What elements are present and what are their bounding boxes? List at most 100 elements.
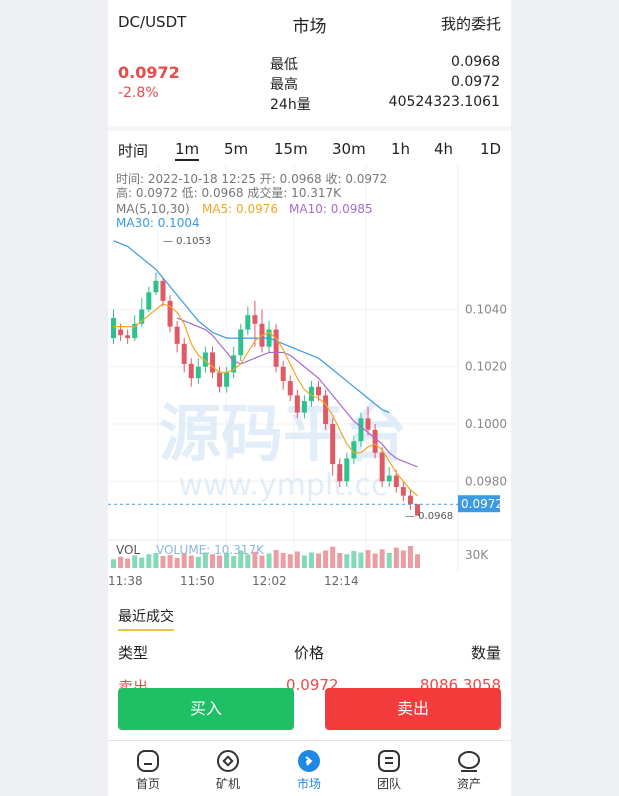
volume-bar <box>146 554 152 568</box>
volume-stat: 24h量 40524323.1061 <box>270 94 500 114</box>
my-orders-link[interactable]: 我的委托 <box>441 13 501 34</box>
candle-body <box>344 458 350 482</box>
nav-assets-label: 资产 <box>456 777 481 791</box>
candle-body <box>287 381 293 396</box>
timeframe-4h[interactable]: 4h <box>434 140 453 158</box>
candle-body <box>379 452 385 482</box>
nav-team[interactable]: 团队 <box>359 749 419 792</box>
top-bar: DC/USDT 市场 我的委托 <box>108 0 511 44</box>
timeframe-1h[interactable]: 1h <box>391 140 410 158</box>
ma30-line <box>113 240 390 414</box>
candle-body <box>224 372 230 387</box>
kline-chart[interactable]: 0.1040 0.1020 0.1000 0.0980 源码平台 www.ymplt.cc… <box>108 165 511 595</box>
ma30-value: MA30: 0.1004 <box>116 216 200 230</box>
candle-body <box>301 401 307 413</box>
candle-body <box>217 372 223 387</box>
candle-body <box>337 464 343 482</box>
volume-bar <box>217 555 223 568</box>
candle-body <box>195 366 201 379</box>
low-label: 最低 <box>270 57 298 73</box>
ticker-panel: 0.0972 -2.8% 最低 0.0968 最高 0.0972 24h量 40… <box>108 48 511 124</box>
volume-bar <box>379 549 385 568</box>
candle-body <box>330 424 336 465</box>
bottom-nav: 首页 矿机 市场 团队 资产 <box>108 740 511 796</box>
volume-bar <box>301 555 307 568</box>
volume-readout: VOLUME: 10.317K <box>156 543 264 557</box>
vol-label: VOL <box>116 543 141 557</box>
volume-bar <box>386 553 392 568</box>
volume-bar <box>372 553 378 568</box>
timeframe-1m[interactable]: 1m <box>175 140 200 161</box>
volume-bar <box>407 546 413 568</box>
home-icon <box>137 750 159 772</box>
candle-body <box>323 395 329 425</box>
volume-bar <box>323 550 329 568</box>
timeframe-15m[interactable]: 15m <box>274 140 308 158</box>
candle-body <box>111 318 116 339</box>
volume-bar <box>139 557 145 568</box>
nav-team-label: 团队 <box>376 777 401 791</box>
market-icon <box>298 750 320 772</box>
volume-bar <box>280 553 286 568</box>
candle-body <box>125 335 131 339</box>
ma10-value: MA10: 0.0985 <box>289 202 373 216</box>
watermark-url: www.ymplt.cc <box>178 468 387 503</box>
volume-bar <box>337 553 343 568</box>
candle-body <box>386 475 392 482</box>
volume-bar <box>266 553 272 568</box>
volume-bar <box>259 555 265 568</box>
volume-bar <box>160 556 166 568</box>
candle-body <box>209 352 215 373</box>
volume-bar <box>400 550 406 568</box>
high-marker: — 0.1053 <box>163 236 211 247</box>
recent-trades-tab[interactable]: 最近成交 <box>118 606 174 631</box>
candle-body <box>252 315 258 324</box>
candle-body <box>181 343 187 364</box>
nav-miner-label: 矿机 <box>215 777 240 791</box>
nav-assets[interactable]: 资产 <box>439 749 499 792</box>
price-change: -2.8% <box>118 85 159 101</box>
timeframe-30m[interactable]: 30m <box>332 140 366 158</box>
candle-body <box>365 418 371 430</box>
volume-bar <box>132 555 138 568</box>
volume-bar <box>365 550 371 568</box>
nav-home-label: 首页 <box>135 777 160 791</box>
high-stat: 最高 0.0972 <box>270 74 500 94</box>
volume-axis-label: 30K <box>465 548 489 562</box>
low-stat: 最低 0.0968 <box>270 54 500 74</box>
volume-bar <box>118 556 124 568</box>
volume-label: 24h量 <box>270 97 311 113</box>
timeframe-label: 时间 <box>118 142 149 160</box>
volume-bar <box>415 554 421 568</box>
section-divider <box>108 126 511 131</box>
candle-body <box>280 366 286 382</box>
volume-bar <box>344 554 350 568</box>
ma5-value: MA5: 0.0976 <box>202 202 279 216</box>
app-container: DC/USDT 市场 我的委托 0.0972 -2.8% 最低 0.0968 最… <box>108 0 511 796</box>
candle-body <box>358 418 364 442</box>
nav-market[interactable]: 市场 <box>279 749 339 792</box>
timeframe-bar: 时间 1m 5m 15m 30m 1h 4h 1D <box>108 135 511 163</box>
candle-info-line2: 高: 0.0972 低: 0.0968 成交量: 10.317K <box>116 186 342 200</box>
assets-icon <box>458 751 480 772</box>
candle-body <box>174 326 180 344</box>
y-tick-label: 0.1040 <box>465 302 507 316</box>
col-type-header: 类型 <box>118 644 149 662</box>
nav-miner[interactable]: 矿机 <box>198 749 258 792</box>
volume-bar <box>287 554 293 568</box>
candle-body <box>372 429 378 453</box>
low-value: 0.0968 <box>451 54 500 70</box>
timeframe-5m[interactable]: 5m <box>224 140 248 158</box>
nav-home[interactable]: 首页 <box>118 749 178 792</box>
buy-button[interactable]: 买入 <box>118 688 294 730</box>
col-qty-header: 数量 <box>470 644 501 662</box>
volume-bar <box>316 553 322 568</box>
candle-body <box>400 487 406 496</box>
timeframe-1d[interactable]: 1D <box>480 140 501 158</box>
volume-bar <box>195 556 201 568</box>
last-price: 0.0972 <box>118 63 180 82</box>
volume-bar <box>174 558 180 568</box>
volume-bar <box>351 551 357 568</box>
x-tick-label: 11:50 <box>180 574 215 588</box>
sell-button[interactable]: 卖出 <box>325 688 501 730</box>
